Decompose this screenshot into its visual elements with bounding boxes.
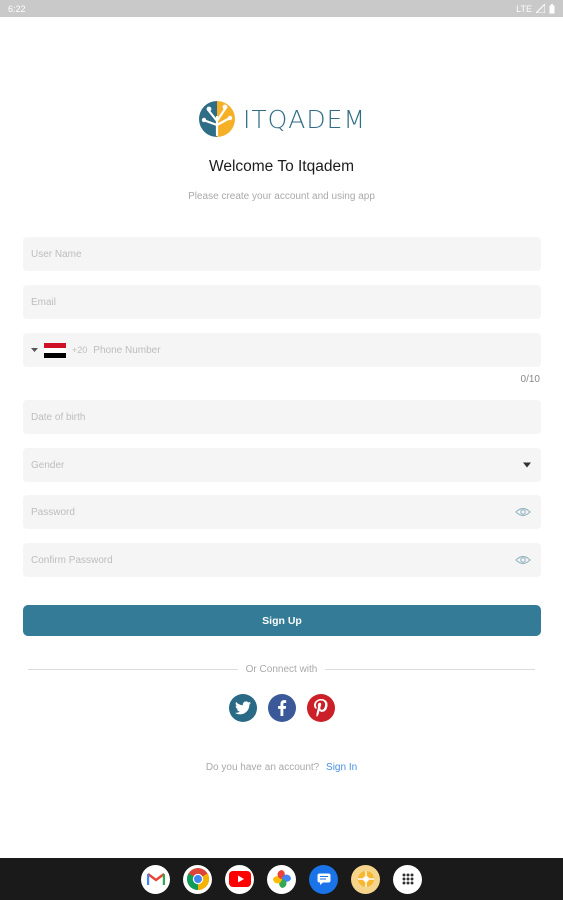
eye-icon[interactable] xyxy=(515,555,531,565)
pinterest-icon[interactable] xyxy=(306,694,335,722)
phone-character-counter: 0/10 xyxy=(520,374,540,385)
gender-placeholder: Gender xyxy=(31,459,65,471)
facebook-icon[interactable] xyxy=(267,694,296,722)
logo-icon xyxy=(198,101,235,137)
status-bar: 6:22 LTE xyxy=(0,0,563,17)
date-of-birth-input[interactable]: Date of birth xyxy=(23,400,541,434)
sign-in-prompt: Do you have an account? Sign In xyxy=(0,762,563,773)
password-input[interactable]: Password xyxy=(23,495,541,529)
app-drawer-icon[interactable] xyxy=(393,864,422,894)
page-subtitle: Please create your account and using app xyxy=(188,191,375,202)
username-placeholder: User Name xyxy=(31,248,82,260)
taskbar xyxy=(0,858,563,900)
password-placeholder: Password xyxy=(31,506,75,518)
signal-icon xyxy=(536,4,545,13)
phone-placeholder: Phone Number xyxy=(93,344,161,356)
sign-in-link[interactable]: Sign In xyxy=(326,762,357,773)
page-title: Welcome To Itqadem xyxy=(208,158,355,175)
email-placeholder: Email xyxy=(31,296,57,308)
battery-icon xyxy=(549,3,555,13)
confirm-password-input[interactable]: Confirm Password xyxy=(23,543,541,577)
network-label: LTE xyxy=(516,3,532,14)
youtube-icon[interactable] xyxy=(225,864,254,894)
dob-placeholder: Date of birth xyxy=(31,411,86,423)
status-time: 6:22 xyxy=(8,3,26,14)
photos-icon[interactable] xyxy=(267,864,296,894)
sign-up-button[interactable]: Sign Up xyxy=(23,605,541,636)
app-icon[interactable] xyxy=(351,864,380,894)
phone-input[interactable]: +20 Phone Number xyxy=(23,333,541,367)
sign-in-question: Do you have an account? xyxy=(205,762,320,773)
phone-code: +20 xyxy=(72,345,88,355)
app-logo: ITQADEM xyxy=(0,99,563,139)
divider-line xyxy=(325,669,536,670)
gmail-icon[interactable] xyxy=(141,864,170,894)
confirm-password-placeholder: Confirm Password xyxy=(31,554,113,566)
divider-line xyxy=(28,669,238,670)
egypt-flag-icon xyxy=(44,342,66,358)
connect-label: Or Connect with xyxy=(245,664,318,675)
country-code-picker[interactable]: +20 xyxy=(31,342,88,358)
status-icons: LTE xyxy=(516,3,555,14)
username-input[interactable]: User Name xyxy=(23,237,541,271)
gender-select[interactable]: Gender xyxy=(23,448,541,482)
logo-text: ITQADEM xyxy=(242,104,367,134)
chevron-down-icon xyxy=(523,462,531,468)
messages-icon[interactable] xyxy=(309,864,338,894)
email-input[interactable]: Email xyxy=(23,285,541,319)
eye-icon[interactable] xyxy=(515,507,531,517)
dropdown-arrow-icon xyxy=(31,347,38,352)
social-buttons xyxy=(0,694,563,722)
connect-divider: Or Connect with xyxy=(28,664,536,675)
twitter-icon[interactable] xyxy=(228,694,257,722)
chrome-icon[interactable] xyxy=(183,864,212,894)
